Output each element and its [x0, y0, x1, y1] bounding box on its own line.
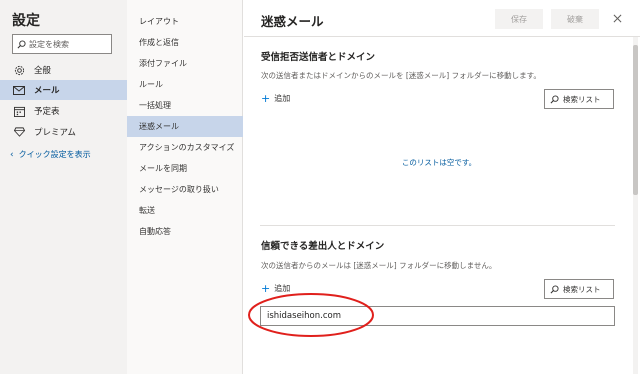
safe-search-list-button[interactable]: 検索リスト [544, 279, 614, 299]
safe-add-button[interactable]: + 追加 [261, 283, 290, 294]
header-divider [244, 36, 640, 37]
settings-search-placeholder: 設定を検索 [29, 39, 69, 49]
safe-search-label: 検索リスト [563, 284, 601, 294]
nav-item-premium[interactable]: プレミアム [0, 122, 127, 142]
gear-icon [13, 64, 25, 76]
blocked-senders-title: 受信拒否送信者とドメイン [261, 52, 376, 63]
nav-item-label: プレミアム [34, 128, 76, 138]
mid-item-rules[interactable]: ルール [127, 74, 243, 95]
safe-senders-title: 信頼できる差出人とドメイン [261, 241, 385, 252]
safe-sender-input[interactable]: ishidaseihon.com [260, 306, 615, 326]
nav-item-general[interactable]: 全般 [0, 60, 127, 80]
mail-settings-nav: レイアウト 作成と返信 添付ファイル ルール 一括処理 迷惑メール アクションの… [127, 0, 243, 374]
blocked-search-list-button[interactable]: 検索リスト [544, 89, 614, 109]
quick-settings-link[interactable]: ‹ クイック設定を表示 [10, 149, 91, 160]
mid-item-auto-reply[interactable]: 自動応答 [127, 221, 243, 242]
diamond-icon [13, 126, 25, 138]
search-icon [550, 94, 559, 103]
scrollbar[interactable] [633, 37, 638, 374]
mid-item-actions[interactable]: アクションのカスタマイズ [127, 137, 243, 158]
mid-item-handling[interactable]: メッセージの取り扱い [127, 179, 243, 200]
settings-search-input[interactable]: 設定を検索 [12, 34, 112, 54]
nav-item-label: メール [34, 86, 60, 96]
plus-icon: + [261, 282, 271, 295]
plus-icon: + [261, 92, 271, 105]
close-icon[interactable] [609, 10, 625, 26]
safe-senders-description: 次の送信者からのメールは [迷惑メール] フォルダーに移動しません。 [261, 261, 497, 270]
nav-item-label: 予定表 [34, 107, 60, 117]
safe-sender-input-value: ishidaseihon.com [267, 311, 341, 321]
mid-item-junk[interactable]: 迷惑メール [127, 116, 243, 137]
mid-item-forwarding[interactable]: 転送 [127, 200, 243, 221]
search-icon [550, 284, 559, 293]
calendar-icon [13, 105, 25, 117]
nav-item-mail[interactable]: メール [0, 80, 127, 100]
chevron-left-icon: ‹ [10, 149, 14, 160]
mid-item-attachments[interactable]: 添付ファイル [127, 53, 243, 74]
blocked-add-button[interactable]: + 追加 [261, 93, 290, 104]
discard-button[interactable]: 破棄 [551, 9, 599, 29]
save-button[interactable]: 保存 [495, 9, 543, 29]
mid-item-compose[interactable]: 作成と返信 [127, 32, 243, 53]
settings-title: 設定 [12, 13, 40, 29]
empty-list-text: このリストは空です。 [401, 158, 477, 167]
page-title: 迷惑メール [261, 14, 324, 29]
junk-mail-panel: 迷惑メール 保存 破棄 受信拒否送信者とドメイン 次の送信者またはドメインからの… [244, 0, 640, 374]
blocked-senders-description: 次の送信者またはドメインからのメールを [迷惑メール] フォルダーに移動します。 [261, 71, 541, 80]
mid-item-sweep[interactable]: 一括処理 [127, 95, 243, 116]
mid-item-sync[interactable]: メールを同期 [127, 158, 243, 179]
quick-settings-label: クイック設定を表示 [18, 150, 91, 159]
blocked-add-label: 追加 [274, 94, 291, 103]
safe-add-label: 追加 [274, 284, 291, 293]
section-divider [260, 225, 615, 226]
nav-item-label: 全般 [34, 66, 52, 76]
mid-item-layout[interactable]: レイアウト [127, 11, 243, 32]
blocked-search-label: 検索リスト [563, 94, 601, 104]
search-icon [17, 39, 26, 48]
scrollbar-thumb[interactable] [633, 45, 638, 195]
settings-nav: 設定 設定を検索 全般 メール 予定表 プレミアム ‹ クイック設定を表示 [0, 0, 127, 374]
settings-window: 設定 設定を検索 全般 メール 予定表 プレミアム ‹ クイック設定を表示 レイ… [0, 0, 640, 374]
mail-icon [13, 84, 25, 96]
nav-item-calendar[interactable]: 予定表 [0, 101, 127, 121]
